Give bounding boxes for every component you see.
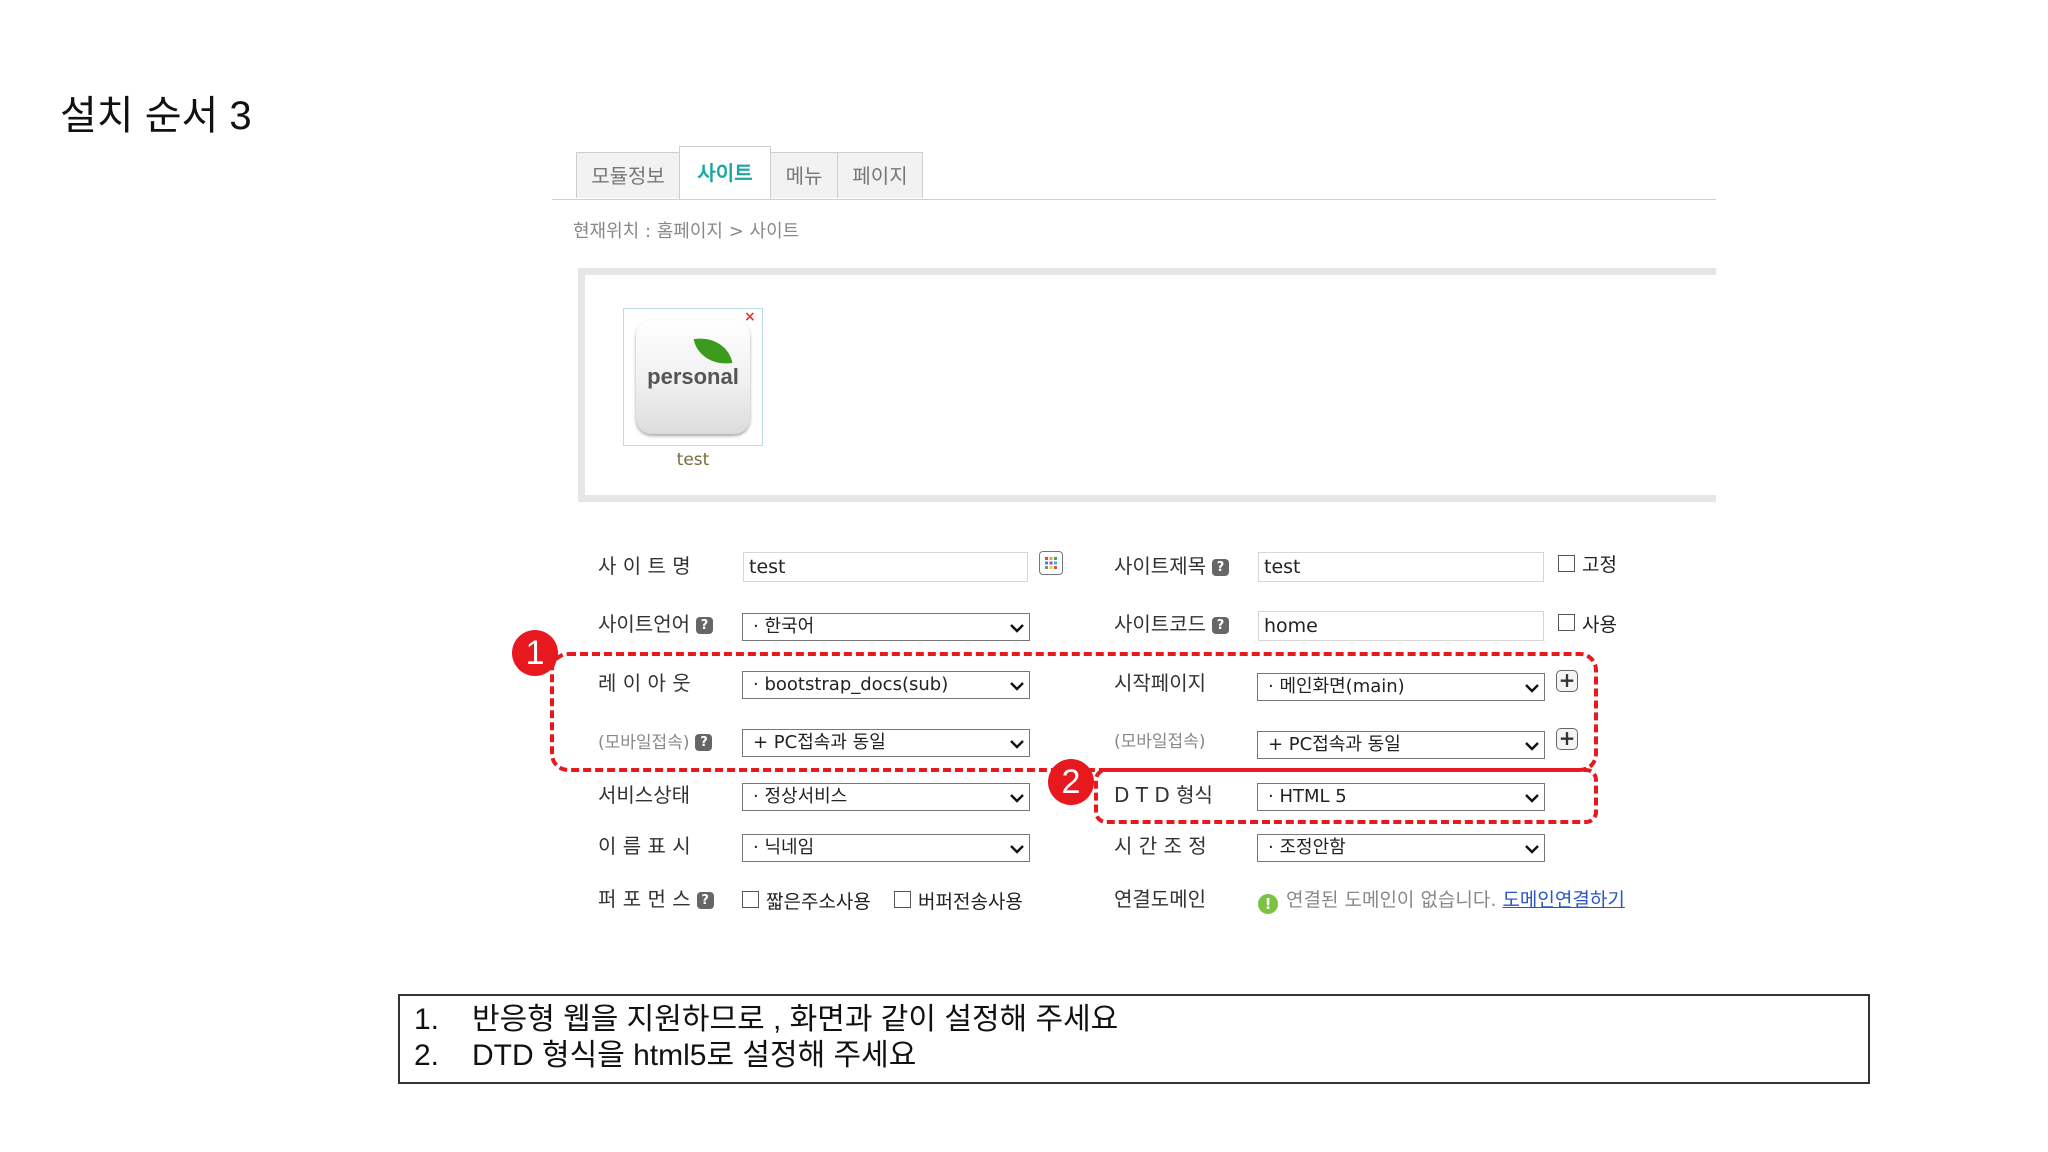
service-status-value: · 정상서비스 bbox=[753, 786, 848, 807]
buffer-transfer-label: 버퍼전송사용 bbox=[918, 891, 1023, 913]
instruction-2-num: 2. bbox=[414, 1039, 440, 1072]
name-display-label: 이 름 표 시 bbox=[598, 834, 691, 858]
connect-domain-link[interactable]: 도메인연결하기 bbox=[1502, 889, 1624, 911]
site-name-label: 사 이 트 명 bbox=[598, 554, 691, 578]
fixed-checkbox[interactable] bbox=[1558, 555, 1575, 572]
site-title-label-text: 사이트제목 bbox=[1114, 554, 1206, 578]
performance-label: 퍼 포 먼 스? bbox=[598, 886, 714, 912]
fixed-checkbox-label: 고정 bbox=[1582, 554, 1617, 576]
info-check-icon: ! bbox=[1258, 894, 1278, 914]
short-url-checkbox[interactable] bbox=[742, 891, 759, 908]
site-code-input[interactable]: home bbox=[1258, 611, 1544, 641]
use-checkbox[interactable] bbox=[1558, 614, 1575, 631]
help-icon[interactable]: ? bbox=[1212, 617, 1229, 634]
name-display-value: · 닉네임 bbox=[753, 837, 815, 858]
site-title-label: 사이트제목? bbox=[1114, 553, 1229, 579]
site-caption: test bbox=[676, 450, 710, 470]
instruction-1-num: 1. bbox=[414, 1003, 440, 1036]
site-name-input[interactable]: test bbox=[743, 552, 1028, 582]
time-adjust-value: · 조정안함 bbox=[1268, 837, 1346, 858]
site-title-input[interactable]: test bbox=[1258, 552, 1544, 582]
annotation-box-2 bbox=[1094, 768, 1598, 824]
site-language-select[interactable]: · 한국어 bbox=[742, 613, 1030, 641]
annotation-box-1 bbox=[550, 652, 1598, 772]
help-icon[interactable]: ? bbox=[1212, 559, 1229, 576]
color-grid-icon bbox=[1045, 557, 1057, 569]
instruction-2: 2. DTD 형식을 html5로 설정해 주세요 bbox=[414, 1038, 916, 1074]
tab-divider bbox=[552, 199, 1716, 200]
chevron-down-icon bbox=[1010, 845, 1024, 854]
use-checkbox-label: 사용 bbox=[1582, 614, 1617, 636]
chevron-down-icon bbox=[1525, 845, 1539, 854]
grid-icon[interactable] bbox=[1039, 551, 1063, 575]
site-code-label: 사이트코드? bbox=[1114, 611, 1229, 637]
time-adjust-select[interactable]: · 조정안함 bbox=[1257, 834, 1545, 862]
service-status-label: 서비스상태 bbox=[598, 783, 690, 807]
site-language-value: · 한국어 bbox=[753, 616, 815, 637]
instruction-box: 1. 반응형 웹을 지원하므로 , 화면과 같이 설정해 주세요 2. DTD 형식… bbox=[398, 994, 1870, 1084]
short-url-label: 짧은주소사용 bbox=[766, 891, 871, 913]
site-code-label-text: 사이트코드 bbox=[1114, 612, 1206, 636]
site-language-label: 사이트언어? bbox=[598, 611, 713, 637]
tab-module-info[interactable]: 모듈정보 bbox=[576, 152, 680, 198]
linked-domain-label: 연결도메인 bbox=[1114, 887, 1206, 911]
annotation-badge-1: 1 bbox=[512, 630, 558, 676]
close-icon[interactable]: × bbox=[744, 309, 756, 325]
instruction-2-text: DTD 형식을 html5로 설정해 주세요 bbox=[472, 1039, 917, 1072]
site-language-label-text: 사이트언어 bbox=[598, 612, 690, 636]
site-logo-text: personal bbox=[647, 364, 739, 389]
linked-domain-info: ! 연결된 도메인이 없습니다. 도메인연결하기 bbox=[1258, 888, 1625, 914]
chevron-down-icon bbox=[1010, 624, 1024, 633]
annotation-badge-2: 2 bbox=[1048, 759, 1094, 805]
tab-page[interactable]: 페이지 bbox=[837, 152, 923, 198]
breadcrumb: 현재위치 : 홈페이지 > 사이트 bbox=[573, 221, 800, 242]
help-icon[interactable]: ? bbox=[696, 892, 714, 909]
instruction-1: 1. 반응형 웹을 지원하므로 , 화면과 같이 설정해 주세요 bbox=[414, 1002, 1118, 1038]
performance-label-text: 퍼 포 먼 스 bbox=[598, 887, 691, 911]
time-adjust-label: 시 간 조 정 bbox=[1114, 834, 1207, 858]
help-icon[interactable]: ? bbox=[696, 617, 713, 634]
name-display-select[interactable]: · 닉네임 bbox=[742, 834, 1030, 862]
linked-domain-message: 연결된 도메인이 없습니다. bbox=[1286, 889, 1497, 911]
chevron-down-icon bbox=[1010, 794, 1024, 803]
instruction-1-text: 반응형 웹을 지원하므로 , 화면과 같이 설정해 주세요 bbox=[472, 1003, 1119, 1036]
tab-menu[interactable]: 메뉴 bbox=[770, 152, 838, 198]
service-status-select[interactable]: · 정상서비스 bbox=[742, 783, 1030, 811]
slide-title: 설치 순서 3 bbox=[60, 94, 252, 138]
tab-site[interactable]: 사이트 bbox=[679, 146, 771, 200]
buffer-transfer-checkbox[interactable] bbox=[894, 891, 911, 908]
